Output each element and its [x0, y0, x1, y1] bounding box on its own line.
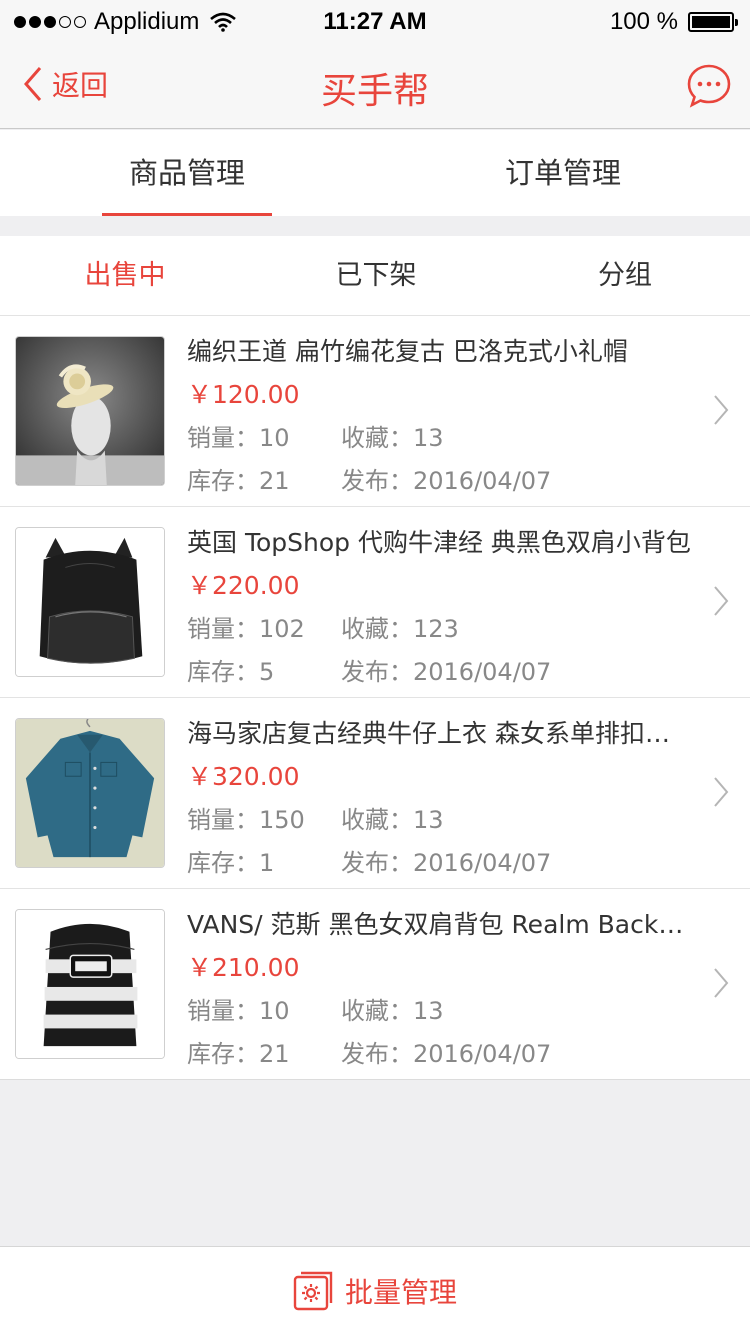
product-favorites: 收藏：123: [341, 609, 459, 644]
published-value: 2016/04/07: [413, 849, 552, 877]
chevron-right-icon: [714, 395, 729, 425]
product-stock: 库存：21: [187, 1034, 290, 1069]
product-published: 发布：2016/04/07: [341, 843, 551, 878]
bottom-toolbar: 批量管理: [0, 1246, 750, 1334]
product-price: ￥120.00: [187, 380, 300, 409]
product-published: 发布：2016/04/07: [341, 1034, 551, 1069]
status-bar: Applidium 11:27 AM 100 %: [0, 0, 750, 44]
published-value: 2016/04/07: [413, 658, 552, 686]
published-value: 2016/04/07: [413, 467, 552, 495]
published-label: 发布：: [341, 658, 413, 686]
sales-value: 102: [259, 615, 305, 643]
stock-label: 库存：: [187, 658, 259, 686]
denim-shirt-image: [15, 718, 165, 868]
chat-bubble-icon[interactable]: [686, 63, 732, 109]
product-row[interactable]: 英国 TopShop 代购牛津经 典黑色双肩小背包 ￥220.00 销量：102…: [0, 507, 750, 698]
stock-value: 5: [259, 658, 275, 686]
product-favorites: 收藏：13: [341, 418, 444, 453]
product-sales: 销量：150: [187, 800, 305, 835]
product-name: 编织王道 扁竹编花复古 巴洛克式小礼帽: [187, 337, 628, 366]
published-label: 发布：: [341, 849, 413, 877]
batch-manage-label: 批量管理: [344, 1276, 457, 1309]
product-stock: 库存：1: [187, 843, 274, 878]
fascinator-hat-image: [15, 336, 165, 486]
product-name: 海马家店复古经典牛仔上衣 森女系单排扣衬衫: [187, 719, 692, 748]
product-price: ￥320.00: [187, 762, 300, 791]
sales-label: 销量：: [187, 997, 259, 1025]
sales-value: 10: [259, 424, 290, 452]
favorites-label: 收藏：: [341, 806, 413, 834]
battery-fill: [692, 16, 730, 28]
stock-label: 库存：: [187, 1040, 259, 1068]
product-stock: 库存：5: [187, 652, 274, 687]
product-price: ￥210.00: [187, 953, 300, 982]
product-price: ￥220.00: [187, 571, 300, 600]
favorites-label: 收藏：: [341, 615, 413, 643]
product-name: 英国 TopShop 代购牛津经 典黑色双肩小背包: [187, 528, 691, 557]
favorites-value: 13: [413, 806, 444, 834]
chevron-right-icon: [714, 586, 729, 616]
product-sales: 销量：102: [187, 609, 305, 644]
published-label: 发布：: [341, 467, 413, 495]
favorites-label: 收藏：: [341, 424, 413, 452]
battery-icon: [688, 12, 738, 32]
striped-backpack-image: [15, 909, 165, 1059]
page-title: 买手帮: [320, 71, 429, 112]
product-published: 发布：2016/04/07: [341, 461, 551, 496]
navigation-bar: 返回 买手帮: [0, 44, 750, 129]
favorites-value: 13: [413, 997, 444, 1025]
subtab-off-shelf[interactable]: 已下架: [306, 236, 446, 316]
product-list: 编织王道 扁竹编花复古 巴洛克式小礼帽 ￥120.00 销量：10 收藏：13 …: [0, 316, 750, 1080]
stock-value: 1: [259, 849, 275, 877]
sales-label: 销量：: [187, 806, 259, 834]
main-tabs: 商品管理 订单管理: [0, 130, 750, 216]
favorites-value: 123: [413, 615, 459, 643]
stock-label: 库存：: [187, 467, 259, 495]
published-label: 发布：: [341, 1040, 413, 1068]
chevron-right-icon: [714, 777, 729, 807]
gear-box-icon: [293, 1271, 333, 1311]
stock-value: 21: [259, 467, 290, 495]
sales-value: 10: [259, 997, 290, 1025]
active-tab-indicator: [102, 213, 272, 216]
sales-label: 销量：: [187, 424, 259, 452]
sales-value: 150: [259, 806, 305, 834]
status-right: 100 %: [609, 8, 738, 36]
stock-label: 库存：: [187, 849, 259, 877]
favorites-label: 收藏：: [341, 997, 413, 1025]
product-sales: 销量：10: [187, 991, 290, 1026]
sales-label: 销量：: [187, 615, 259, 643]
subtab-on-sale[interactable]: 出售中: [55, 236, 195, 316]
favorites-value: 13: [413, 424, 444, 452]
chevron-right-icon: [714, 968, 729, 998]
product-name: VANS/ 范斯 黑色女双肩背包 Realm Backpack: [187, 910, 692, 939]
battery-percent: 100 %: [609, 8, 678, 35]
product-favorites: 收藏：13: [341, 800, 444, 835]
product-row[interactable]: 编织王道 扁竹编花复古 巴洛克式小礼帽 ￥120.00 销量：10 收藏：13 …: [0, 316, 750, 507]
product-row[interactable]: 海马家店复古经典牛仔上衣 森女系单排扣衬衫 ￥320.00 销量：150 收藏：…: [0, 698, 750, 889]
product-favorites: 收藏：13: [341, 991, 444, 1026]
published-value: 2016/04/07: [413, 1040, 552, 1068]
sub-tabs: 出售中 已下架 分组: [0, 236, 750, 316]
stock-value: 21: [259, 1040, 290, 1068]
product-row[interactable]: VANS/ 范斯 黑色女双肩背包 Realm Backpack ￥210.00 …: [0, 889, 750, 1080]
tab-order-management[interactable]: 订单管理: [478, 130, 648, 216]
product-published: 发布：2016/04/07: [341, 652, 551, 687]
tab-product-management[interactable]: 商品管理: [102, 130, 272, 216]
product-sales: 销量：10: [187, 418, 290, 453]
black-backpack-image: [15, 527, 165, 677]
product-stock: 库存：21: [187, 461, 290, 496]
batch-manage-button[interactable]: 批量管理: [0, 1271, 750, 1311]
subtab-groups[interactable]: 分组: [555, 236, 695, 316]
